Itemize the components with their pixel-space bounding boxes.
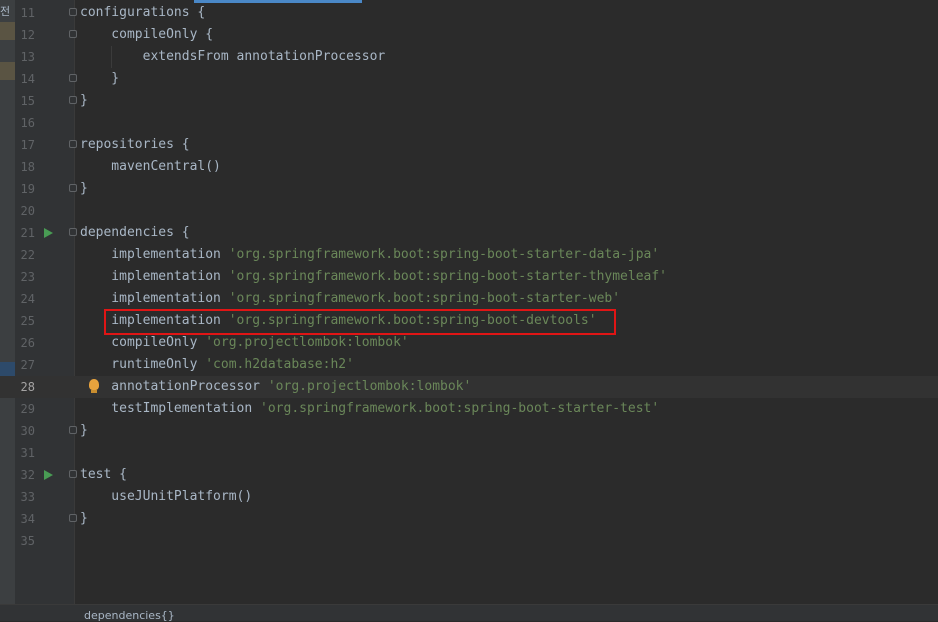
line-number: 18 — [20, 160, 35, 174]
line-number: 13 — [20, 50, 35, 64]
code-line[interactable]: 33 useJUnitPlatform() — [0, 486, 938, 508]
line-number: 14 — [20, 72, 35, 86]
code-line[interactable]: 15} — [0, 90, 938, 112]
dependency-string: 'org.projectlombok:lombok' — [267, 379, 472, 394]
code-line[interactable]: 22 implementation 'org.springframework.b… — [0, 244, 938, 266]
code-text: repositories { — [80, 137, 190, 152]
code-line[interactable]: 14 } — [0, 68, 938, 90]
code-text: } — [80, 71, 120, 86]
line-number: 28 — [20, 380, 35, 394]
line-number: 31 — [20, 446, 35, 460]
dependency-string: 'org.springframework.boot:spring-boot-st… — [228, 291, 621, 306]
line-number: 16 — [20, 116, 35, 130]
line-number: 19 — [20, 182, 35, 196]
line-number: 32 — [20, 468, 35, 482]
line-number: 35 — [20, 534, 35, 548]
code-text: extendsFrom annotationProcessor — [80, 49, 386, 64]
fold-icon[interactable] — [69, 140, 77, 148]
code-line[interactable]: 23 implementation 'org.springframework.b… — [0, 266, 938, 288]
dependency-config: annotationProcessor — [80, 379, 268, 394]
code-text: } — [80, 511, 88, 526]
dependency-string: 'org.springframework.boot:spring-boot-st… — [260, 401, 660, 416]
code-text: configurations { — [80, 5, 206, 20]
code-line[interactable]: 26 compileOnly 'org.projectlombok:lombok… — [0, 332, 938, 354]
fold-end-icon[interactable] — [69, 514, 77, 522]
line-number: 29 — [20, 402, 35, 416]
dependency-config: implementation — [80, 247, 229, 262]
line-number: 12 — [20, 28, 35, 42]
run-icon[interactable] — [44, 470, 53, 480]
line-number: 30 — [20, 424, 35, 438]
code-line[interactable]: 30} — [0, 420, 938, 442]
code-line[interactable]: 16 — [0, 112, 938, 134]
indent-guide — [111, 46, 112, 68]
code-line[interactable]: 21 dependencies { — [0, 222, 938, 244]
code-line[interactable]: 32 test { — [0, 464, 938, 486]
code-text: } — [80, 93, 88, 108]
fold-icon[interactable] — [69, 228, 77, 236]
code-text: test { — [80, 467, 127, 482]
fold-end-icon[interactable] — [69, 184, 77, 192]
line-number: 20 — [20, 204, 35, 218]
dependency-string: 'com.h2database:h2' — [205, 357, 354, 372]
line-number: 15 — [20, 94, 35, 108]
dependency-config: implementation — [80, 269, 229, 284]
line-number: 24 — [20, 292, 35, 306]
code-line[interactable]: 24 implementation 'org.springframework.b… — [0, 288, 938, 310]
line-number: 25 — [20, 314, 35, 328]
line-number: 21 — [20, 226, 35, 240]
code-line[interactable]: 29 testImplementation 'org.springframewo… — [0, 398, 938, 420]
breadcrumb-item[interactable]: dependencies{} — [84, 609, 175, 622]
line-number: 34 — [20, 512, 35, 526]
line-number: 22 — [20, 248, 35, 262]
code-text: dependencies { — [80, 225, 190, 240]
dependency-config: testImplementation — [80, 401, 261, 416]
code-line[interactable]: 34} — [0, 508, 938, 530]
code-line[interactable]: 11 configurations { — [0, 2, 938, 24]
line-number: 17 — [20, 138, 35, 152]
code-line-current[interactable]: 28 annotationProcessor 'org.projectlombo… — [0, 376, 938, 398]
code-text: } — [80, 423, 88, 438]
dependency-string: 'org.springframework.boot:spring-boot-st… — [228, 269, 668, 284]
code-line[interactable]: 35 — [0, 530, 938, 552]
code-text: mavenCentral() — [80, 159, 221, 174]
code-line[interactable]: 20 — [0, 200, 938, 222]
code-line[interactable]: 13 extendsFrom annotationProcessor — [0, 46, 938, 68]
fold-icon[interactable] — [69, 8, 77, 16]
highlight-annotation-box — [104, 309, 616, 335]
code-line[interactable]: 17 repositories { — [0, 134, 938, 156]
code-line[interactable]: 27 runtimeOnly 'com.h2database:h2' — [0, 354, 938, 376]
code-line[interactable]: 31 — [0, 442, 938, 464]
line-number: 26 — [20, 336, 35, 350]
line-number: 11 — [20, 6, 35, 20]
run-icon[interactable] — [44, 228, 53, 238]
fold-icon[interactable] — [69, 470, 77, 478]
code-line[interactable]: 12 compileOnly { — [0, 24, 938, 46]
dependency-config: runtimeOnly — [80, 357, 206, 372]
fold-icon[interactable] — [69, 30, 77, 38]
dependency-string: 'org.projectlombok:lombok' — [205, 335, 409, 350]
line-number: 33 — [20, 490, 35, 504]
dependency-config: implementation — [80, 291, 229, 306]
code-line[interactable]: 18 mavenCentral() — [0, 156, 938, 178]
code-line[interactable]: 19} — [0, 178, 938, 200]
dependency-string: 'org.springframework.boot:spring-boot-st… — [228, 247, 660, 262]
code-text: compileOnly { — [80, 27, 214, 42]
fold-end-icon[interactable] — [69, 74, 77, 82]
line-number: 27 — [20, 358, 35, 372]
code-editor[interactable]: 11 configurations { 12 compileOnly { 13 e… — [0, 2, 938, 552]
fold-end-icon[interactable] — [69, 96, 77, 104]
code-text: useJUnitPlatform() — [80, 489, 253, 504]
code-text: } — [80, 181, 88, 196]
line-number: 23 — [20, 270, 35, 284]
dependency-config: compileOnly — [80, 335, 206, 350]
breadcrumb: dependencies{} — [0, 604, 938, 622]
fold-end-icon[interactable] — [69, 426, 77, 434]
